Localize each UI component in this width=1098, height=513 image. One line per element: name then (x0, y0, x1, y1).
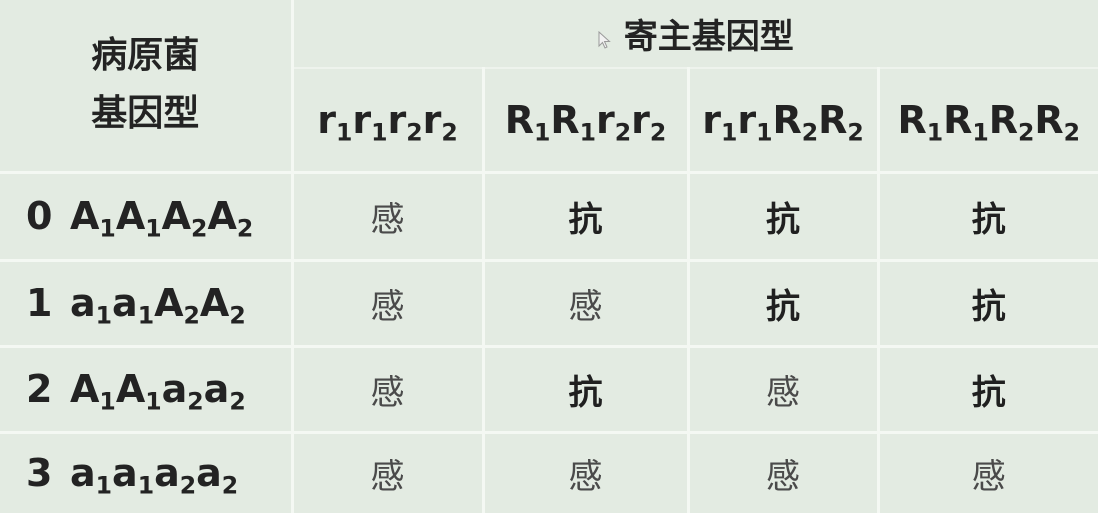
pathogen-genotype: A1A1a2a2 (70, 367, 246, 416)
reaction-cell: 感 (292, 346, 485, 434)
reaction-cell: 抗 (483, 346, 690, 434)
reaction-cell: 感 (292, 172, 485, 262)
reaction-cell: 抗 (878, 260, 1098, 348)
host-genotype-col-3: r1r1R2R2 (688, 68, 880, 174)
reaction-cell: 抗 (688, 172, 880, 262)
reaction-cell: 感 (971, 456, 1006, 497)
host-genotype-col-4: R1R1R2R2 (878, 68, 1098, 174)
table-row: 0 A1A1A2A2 感 抗 抗 抗 (0, 172, 1098, 262)
table-row: 1 a1a1A2A2 感 感 抗 抗 (0, 260, 1098, 348)
pathogen-genotype: A1A1A2A2 (70, 194, 254, 243)
pathogen-genotype-header: 病原菌 基因型 (0, 0, 294, 174)
pathogen-race-number: 0 (26, 194, 53, 238)
reaction-cell: 感 (483, 432, 690, 513)
pathogen-genotype-header-line2: 基因型 (91, 93, 200, 135)
host-genotype-col-1: r1r1r2r2 (292, 68, 485, 174)
slide: 病原菌 基因型 寄主基因型 r1r1r2r2 R1R1r2r2 r1r1R2R2… (0, 0, 1098, 513)
pathogen-row-label: 1 a1a1A2A2 (0, 260, 294, 348)
reaction-cell: 抗 (878, 172, 1098, 262)
host-genotype-title: 寄主基因型 (623, 16, 794, 57)
mouse-pointer-icon (598, 18, 612, 58)
reaction-cell: 感 (292, 260, 485, 348)
pathogen-race-number: 1 (26, 281, 53, 325)
reaction-cell: 感 (688, 346, 880, 434)
pathogen-race-number: 2 (26, 367, 53, 411)
pathogen-genotype: a1a1A2A2 (70, 281, 246, 330)
reaction-cell: 抗 (688, 260, 880, 348)
reaction-cell: 感 (292, 432, 485, 513)
pathogen-row-label: 0 A1A1A2A2 (0, 172, 294, 262)
pathogen-race-number: 3 (26, 451, 53, 496)
pathogen-genotype: a1a1a2a2 (70, 451, 239, 500)
reaction-cell: 感 (688, 432, 880, 513)
reaction-cell: 抗 (878, 346, 1098, 434)
pathogen-genotype-header-line1: 病原菌 (91, 35, 200, 77)
genotype-interaction-table: 病原菌 基因型 寄主基因型 r1r1r2r2 R1R1r2r2 r1r1R2R2… (0, 0, 1098, 513)
reaction-cell: 抗 (483, 172, 690, 262)
table-row: 3 a1a1a2a2 感 感 感 感 (0, 432, 1098, 513)
reaction-cell: 感 (483, 260, 690, 348)
host-genotype-col-2: R1R1r2r2 (483, 68, 690, 174)
host-genotype-header: 寄主基因型 (292, 0, 1098, 69)
pathogen-row-label: 3 a1a1a2a2 (0, 432, 294, 513)
pathogen-row-label: 2 A1A1a2a2 (0, 346, 294, 434)
table-row: 2 A1A1a2a2 感 抗 感 抗 (0, 346, 1098, 434)
